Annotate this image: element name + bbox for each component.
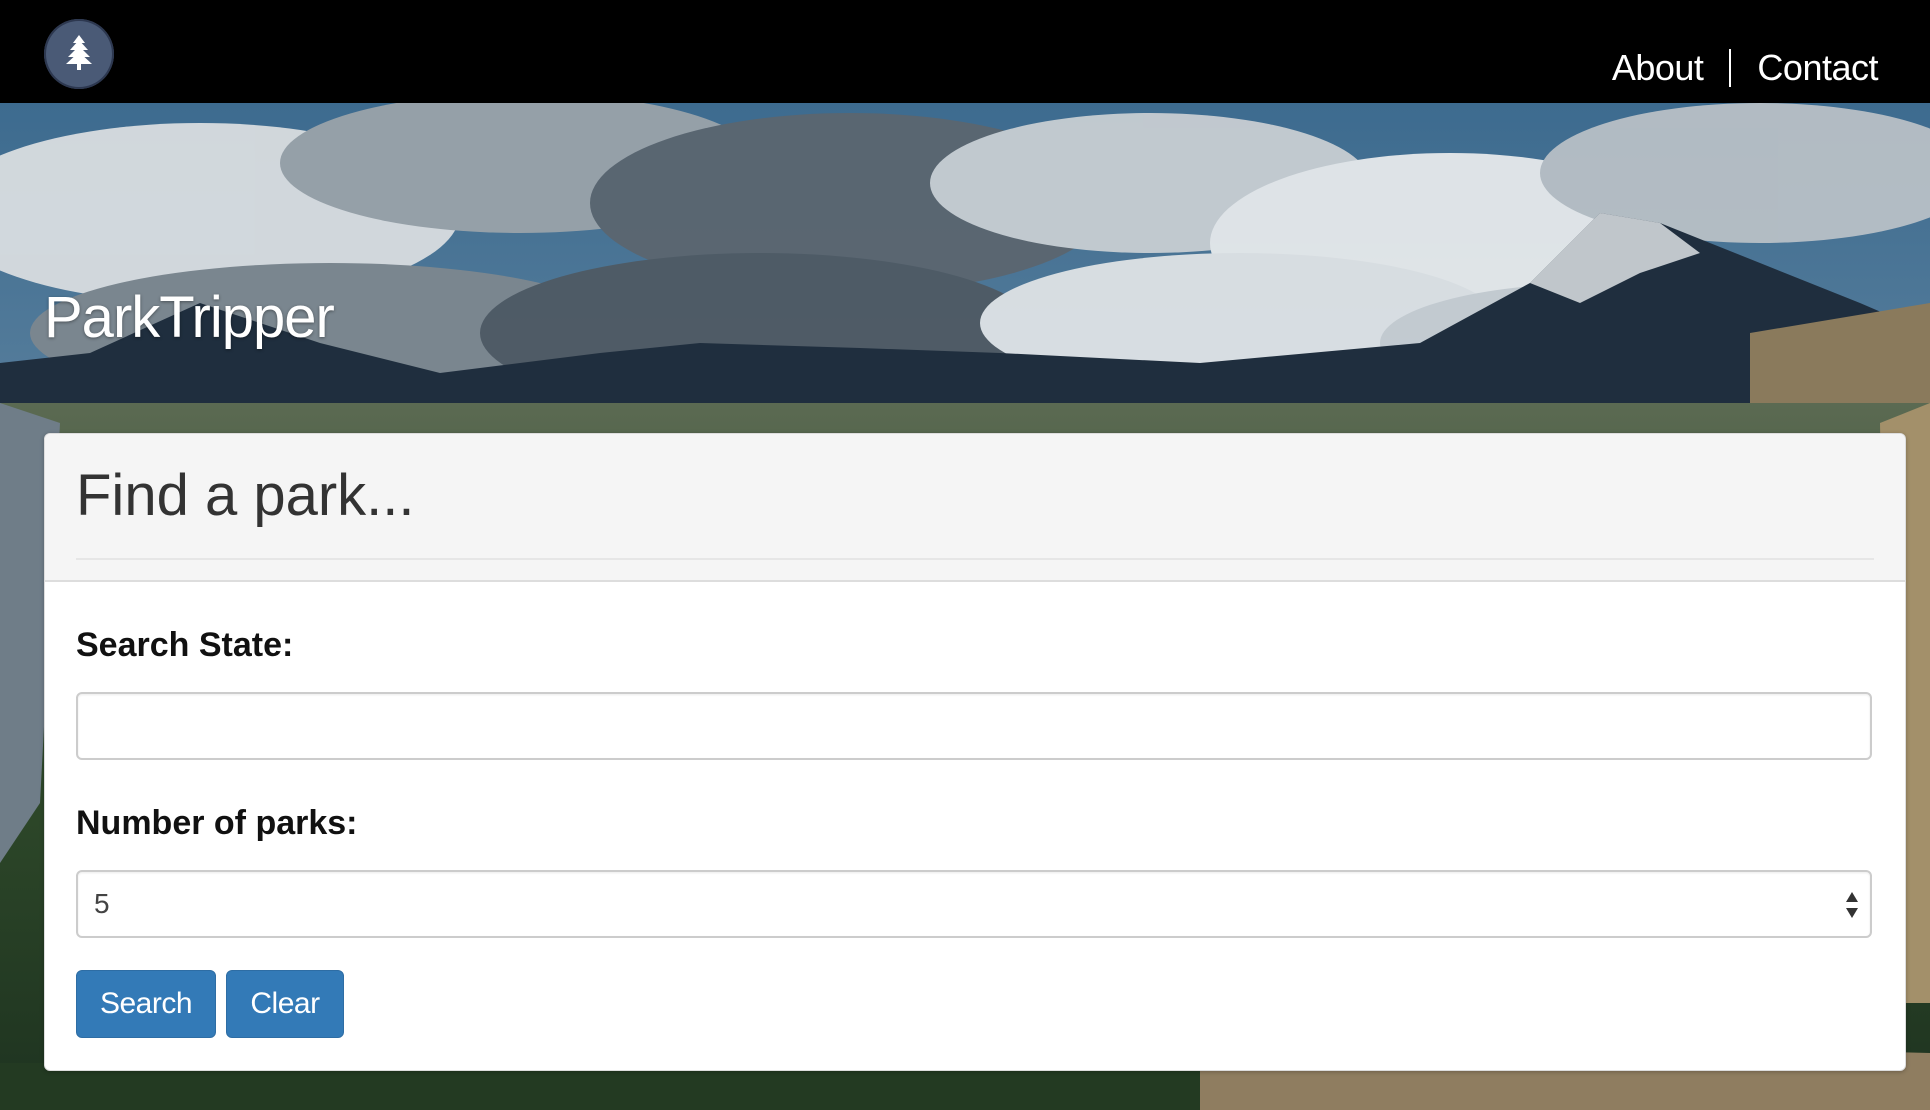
park-count-select[interactable]: 5 — [76, 870, 1872, 938]
clear-button[interactable]: Clear — [226, 970, 344, 1038]
panel-heading: Find a park... — [45, 434, 1905, 582]
site-brand: ParkTripper — [44, 285, 335, 350]
logo-button[interactable] — [44, 19, 114, 89]
search-button[interactable]: Search — [76, 970, 216, 1038]
panel-title: Find a park... — [76, 463, 415, 528]
find-park-panel: Find a park... Search State: Number of p… — [44, 433, 1906, 1071]
park-count-value: 5 — [94, 888, 110, 919]
state-label: Search State: — [76, 626, 294, 664]
nav-links: About Contact — [1586, 46, 1904, 90]
pine-tree-icon — [64, 33, 94, 76]
park-count-label: Number of parks: — [76, 804, 358, 842]
title-divider — [76, 558, 1874, 560]
nav-link-contact[interactable]: Contact — [1731, 46, 1904, 90]
state-search-input[interactable] — [76, 692, 1872, 760]
select-arrows-icon — [1844, 890, 1860, 920]
nav-link-about[interactable]: About — [1586, 46, 1730, 90]
top-navbar: About Contact — [0, 0, 1930, 103]
